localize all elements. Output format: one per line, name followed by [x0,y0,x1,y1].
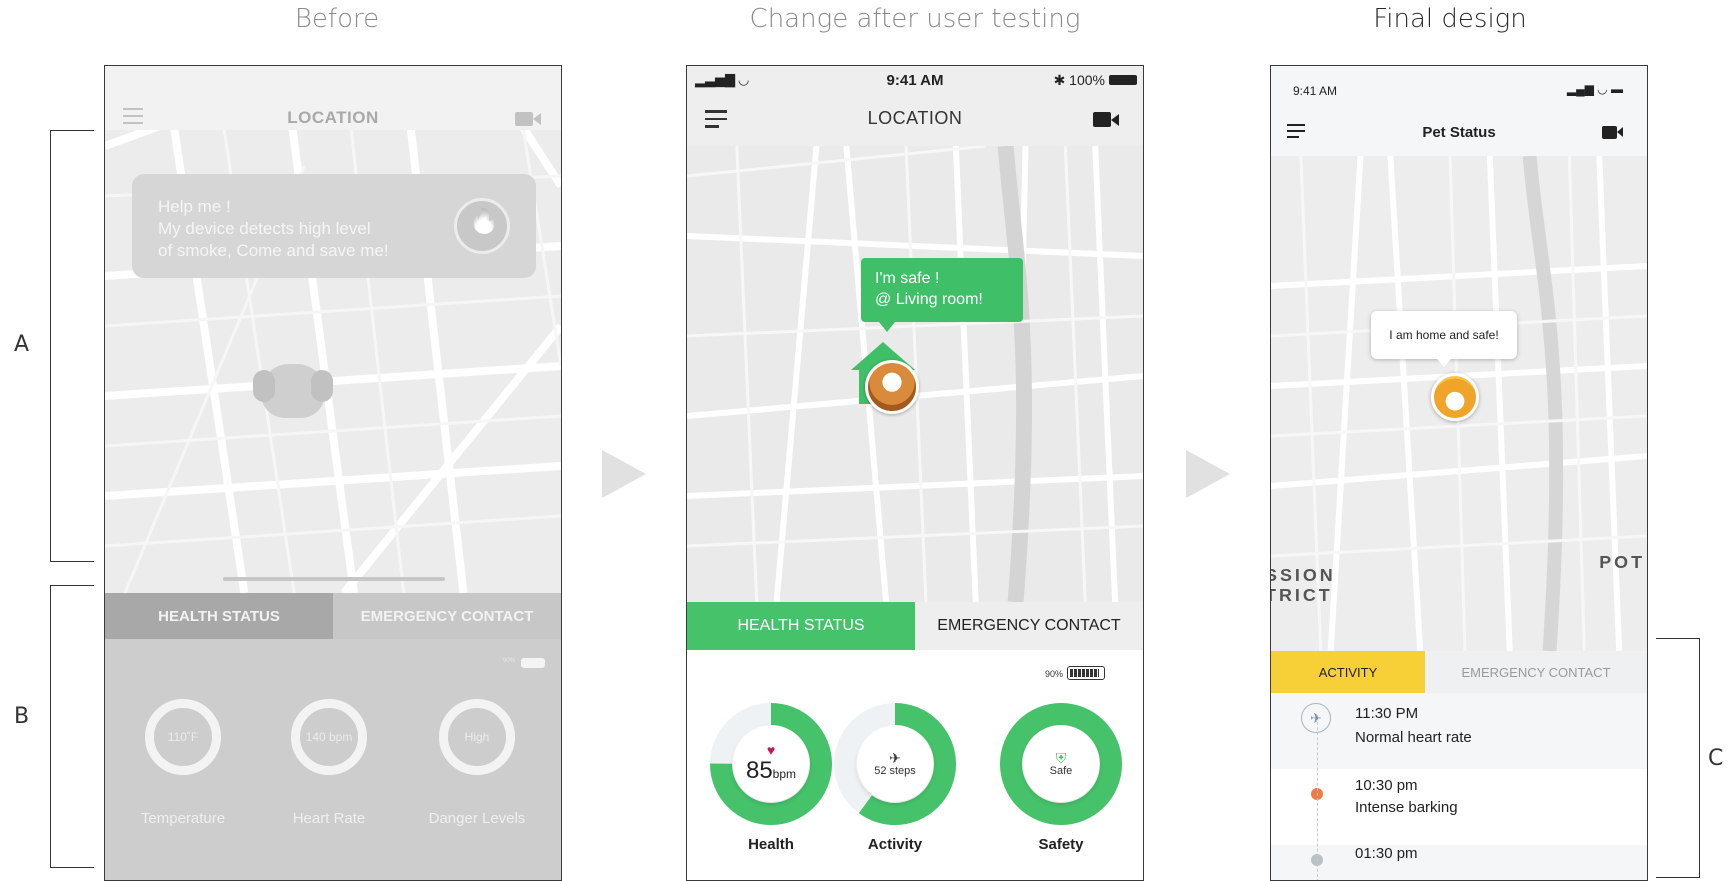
page-title: Pet Status [1422,124,1496,141]
safety-label: Safety [1038,836,1084,853]
bracket-label-b: B [14,704,30,729]
video-camera-icon[interactable] [1093,112,1119,127]
battery-level-text: 90% [1044,669,1063,679]
battery-level-text: 90% [502,658,515,664]
pet-avatar[interactable] [1431,373,1479,421]
svg-text:SSION: SSION [1271,565,1336,585]
timeline-item[interactable]: ✈ 11:30 PM Normal heart rate [1271,693,1647,769]
status-bubble: I'm safe ! @ Living room! [861,258,1023,332]
activity-gauge-center: ✈ 52 steps [857,726,933,802]
heart-icon: ♥ [766,742,776,758]
video-camera-icon[interactable] [515,112,541,126]
timeline-item[interactable]: 10:30 pm Intense barking [1271,769,1647,845]
battery-icon [1109,75,1137,85]
running-dog-icon: ✈ [1301,703,1331,733]
next-arrow-2 [1186,450,1230,498]
smoke-alert-card[interactable]: Help me ! My device detects high level o… [132,174,536,278]
alert-line-3: of smoke, Come and save me! [158,241,389,260]
phone-final: SSION TRICT POT 9:41 AM ▂▄▆ ◡ ▬ Pet Stat… [1270,65,1648,881]
health-label: Health [748,836,794,853]
activity-value: 52 steps [874,765,916,777]
activity-label: Activity [867,836,923,853]
status-bubble: I am home and safe! [1371,311,1517,367]
pet-location-marker[interactable] [253,364,333,418]
danger-level-label: Danger Levels [428,810,526,827]
danger-level-ring: High [439,699,515,775]
timeline-connector [1317,722,1318,880]
column-title-before: Before [294,4,380,34]
running-dog-icon: ✈ [889,750,901,766]
heart-rate-label: Heart Rate [292,810,366,827]
tab-bar-final: ACTIVITY EMERGENCY CONTACT [1271,651,1647,693]
tab-emergency-contact[interactable]: EMERGENCY CONTACT [1425,651,1647,693]
tab-emergency-contact[interactable]: EMERGENCY CONTACT [915,602,1143,650]
video-camera-icon[interactable] [1602,126,1623,139]
phone-change: ▂▃▅▇ ◡ 9:41 AM ✱ 100% LOCATION I'm safe … [686,65,1144,881]
next-arrow-1 [602,450,646,498]
health-gauge[interactable]: ♥ 85bpm [709,702,833,826]
bracket-label-c: C [1708,746,1724,771]
map-before [105,66,561,593]
svg-text:TRICT: TRICT [1271,585,1333,605]
svg-text:POT: POT [1599,552,1645,572]
bracket-c [1656,638,1700,878]
tab-health-status[interactable]: HEALTH STATUS [687,602,915,650]
timeline-desc: Normal heart rate [1355,729,1472,746]
page-title: LOCATION [287,108,379,127]
tab-health-status[interactable]: HEALTH STATUS [105,593,333,639]
tab-emergency-contact[interactable]: EMERGENCY CONTACT [333,593,561,639]
timeline-time: 01:30 pm [1355,845,1418,862]
safety-value: Safe [1049,765,1073,777]
timeline-item[interactable]: 01:30 pm [1271,845,1647,880]
bracket-a [50,130,94,562]
timeline-time: 10:30 pm [1355,777,1418,794]
column-title-final: Final design [1373,4,1527,34]
tab-bar-before: HEALTH STATUS EMERGENCY CONTACT [105,593,561,639]
shield-icon: ⛨ [1055,750,1067,766]
temperature-label: Temperature [140,810,226,827]
temperature-ring: 110˚F [145,699,221,775]
header-final [1271,66,1647,156]
drag-handle[interactable] [223,577,445,581]
tab-bar-change: HEALTH STATUS EMERGENCY CONTACT [687,602,1143,650]
column-title-change: Change after user testing [749,4,1081,34]
status-time: 9:41 AM [1293,84,1338,98]
health-gauge-center: ♥ 85bpm [733,726,809,802]
activity-timeline: ✈ 11:30 PM Normal heart rate 10:30 pm In… [1271,693,1647,880]
tab-activity[interactable]: ACTIVITY [1271,651,1425,693]
phone-before: LOCATION Help me ! My device detects hig… [104,65,562,881]
safety-gauge[interactable]: ⛨ Safe [999,702,1123,826]
battery-icon [1067,666,1105,680]
safety-gauge-center: ⛨ Safe [1023,726,1099,802]
pet-avatar[interactable] [865,360,919,414]
battery-percent: ✱ 100% [1053,72,1105,88]
activity-gauge[interactable]: ✈ 52 steps [833,702,957,826]
bubble-line-1: I'm safe ! [875,270,940,287]
battery-icon [521,658,545,668]
bubble-line-2: @ Living room! [875,291,983,308]
heart-rate-ring: 140 bpm [291,699,367,775]
timeline-time: 11:30 PM [1355,705,1419,722]
health-value: 85bpm [745,757,797,784]
timeline-desc: Intense barking [1355,799,1458,816]
bracket-label-a: A [14,332,30,357]
bracket-b [50,585,94,868]
status-icons: ▂▄▆ ◡ ▬ [1566,82,1623,96]
fire-icon [454,198,510,254]
page-title: LOCATION [867,108,963,128]
